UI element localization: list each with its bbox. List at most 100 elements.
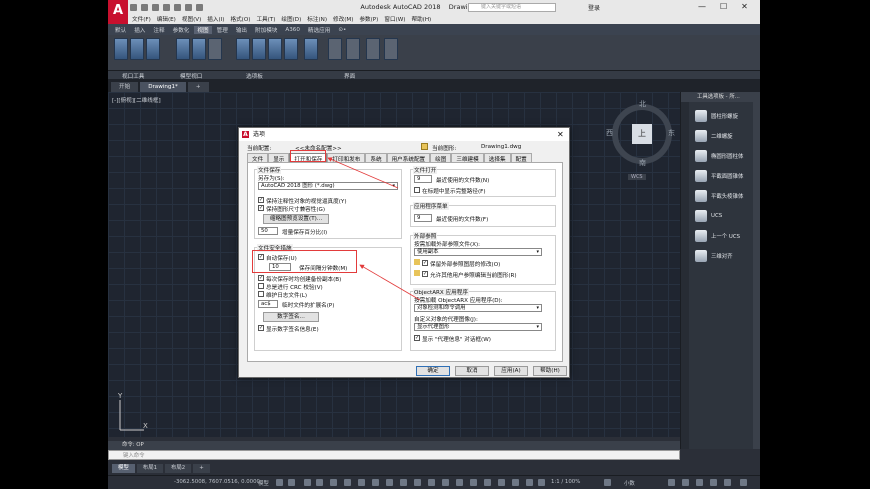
menu-parametric[interactable]: 参数(P) <box>359 15 378 23</box>
ribbon-tab-output[interactable]: 输出 <box>233 26 250 34</box>
minimize-button[interactable]: — <box>698 2 706 11</box>
clean-screen-icon[interactable] <box>724 479 731 486</box>
palette-item[interactable]: 上一个 UCS <box>695 228 740 244</box>
lineweight-icon[interactable] <box>372 479 379 486</box>
isolate-objects-icon[interactable] <box>696 479 703 486</box>
palette-item[interactable]: 圆柱形螺旋 <box>695 108 738 124</box>
visual-fidelity-checkbox[interactable]: ✓ <box>258 197 264 203</box>
sheet-set-button[interactable] <box>268 38 282 60</box>
application-menu-button[interactable]: A <box>108 0 128 24</box>
proxy-images-select[interactable]: 显示代理图形 <box>414 323 542 331</box>
ribbon-tab-home[interactable]: 默认 <box>112 26 129 34</box>
menu-view[interactable]: 视图(V) <box>182 15 201 23</box>
arx-demand-load-select[interactable]: 对象检测和命令调用 <box>414 304 542 312</box>
tool-palette-tab-strip[interactable] <box>753 102 760 449</box>
settings-icon[interactable] <box>604 479 611 486</box>
menu-tools[interactable]: 工具(T) <box>256 15 275 23</box>
viewcube[interactable]: 北 南 西 东 上 <box>606 100 675 167</box>
coordinates-readout[interactable]: -3062.5008, 7607.0516, 0.0000 <box>174 479 260 485</box>
app-menu-recent-input[interactable]: 9 <box>414 214 432 222</box>
palette-item[interactable]: UCS <box>695 208 722 224</box>
gizmo-icon[interactable] <box>456 479 463 486</box>
menu-file[interactable]: 文件(F) <box>132 15 151 23</box>
viewport-config-button[interactable] <box>176 38 190 60</box>
dynamic-ucs-icon[interactable] <box>428 479 435 486</box>
isodraft-icon[interactable] <box>330 479 337 486</box>
annotation-scale-readout[interactable]: 1:1 / 100% <box>551 479 580 485</box>
redo-icon[interactable] <box>196 4 203 11</box>
log-file-checkbox[interactable] <box>258 291 264 297</box>
backup-copy-checkbox[interactable]: ✓ <box>258 275 264 281</box>
navbar-toggle-button[interactable] <box>146 38 160 60</box>
digital-sig-info-checkbox[interactable]: ✓ <box>258 325 264 331</box>
layout-tab-layout1[interactable]: 布局1 <box>136 463 164 473</box>
wcs-menu[interactable]: WCS <box>628 174 646 180</box>
layout-tabs-button[interactable] <box>366 38 380 60</box>
ribbon-tab-insert[interactable]: 插入 <box>131 26 148 34</box>
tool-palettes-button[interactable] <box>236 38 250 60</box>
annotation-visibility-icon[interactable] <box>470 479 477 486</box>
customization-icon[interactable] <box>740 479 747 486</box>
cancel-button[interactable]: 取消 <box>455 366 489 376</box>
menu-format[interactable]: 格式(O) <box>230 15 250 23</box>
units-readout[interactable]: 小数 <box>624 479 635 487</box>
save-icon[interactable] <box>152 4 159 11</box>
layout-tab-model[interactable]: 模型 <box>112 463 135 473</box>
menu-draw[interactable]: 绘图(D) <box>281 15 301 23</box>
open-file-icon[interactable] <box>141 4 148 11</box>
viewport-controls-label[interactable]: [-][俯视][二维线框] <box>112 96 161 104</box>
xref-demand-load-select[interactable]: 使用副本 <box>414 248 542 256</box>
ribbon-tab-a360[interactable]: A360 <box>282 27 303 33</box>
ribbon-tab-manage[interactable]: 管理 <box>214 26 231 34</box>
viewcube-south[interactable]: 南 <box>639 158 646 168</box>
apply-button[interactable]: 应用(A) <box>494 366 528 376</box>
object-snap-tracking-icon[interactable] <box>344 479 351 486</box>
maximize-button[interactable]: ☐ <box>720 2 727 11</box>
ribbon-tab-parametric[interactable]: 参数化 <box>170 26 193 34</box>
3d-osnap-icon[interactable] <box>414 479 421 486</box>
transparency-icon[interactable] <box>386 479 393 486</box>
ribbon-tab-addins[interactable]: 附加模块 <box>252 26 280 34</box>
search-input[interactable]: 键入关键字或短语 <box>468 3 556 12</box>
quick-properties-icon[interactable] <box>668 479 675 486</box>
file-tabs-button[interactable] <box>346 38 360 60</box>
model-space-button[interactable]: 模型 <box>258 479 269 487</box>
save-as-icon[interactable] <box>163 4 170 11</box>
tool-palette-titlebar[interactable] <box>681 102 689 449</box>
proxy-info-checkbox[interactable]: ✓ <box>414 335 420 341</box>
incremental-save-input[interactable]: 50 <box>258 227 278 235</box>
viewcube-east[interactable]: 东 <box>668 128 675 138</box>
ribbon-tab-annotate[interactable]: 注释 <box>150 26 167 34</box>
ribbon-tab-more[interactable]: ⊙• <box>335 27 349 33</box>
save-as-select[interactable]: AutoCAD 2018 图形 (*.dwg) <box>258 182 398 190</box>
annotation-scale-icon[interactable] <box>498 479 505 486</box>
new-file-icon[interactable] <box>130 4 137 11</box>
add-layout-button[interactable]: + <box>193 463 210 473</box>
ortho-icon[interactable] <box>304 479 311 486</box>
quickcalc-button[interactable] <box>284 38 298 60</box>
workspace-switch-icon[interactable] <box>512 479 519 486</box>
palette-item[interactable]: 三维对齐 <box>695 248 733 264</box>
design-center-button[interactable] <box>304 38 318 60</box>
command-input[interactable]: 键入命令 <box>108 450 680 460</box>
palette-item[interactable]: 平截头棱锥体 <box>695 188 743 204</box>
drawing-size-checkbox[interactable]: ✓ <box>258 205 264 211</box>
ok-button[interactable]: 确定 <box>416 366 450 376</box>
full-path-checkbox[interactable] <box>414 187 420 193</box>
grid-icon[interactable] <box>276 479 283 486</box>
menu-modify[interactable]: 修改(M) <box>333 15 353 23</box>
join-viewport-button[interactable] <box>208 38 222 60</box>
undo-icon[interactable] <box>185 4 192 11</box>
palette-item[interactable]: 二维螺旋 <box>695 128 733 144</box>
crc-checkbox[interactable] <box>258 283 264 289</box>
ribbon-tab-view[interactable]: 视图 <box>194 25 212 34</box>
units-icon[interactable] <box>538 479 545 486</box>
palette-item[interactable]: 椭圆形圆柱体 <box>695 148 743 164</box>
close-button[interactable]: ✕ <box>741 2 748 11</box>
auto-scale-icon[interactable] <box>484 479 491 486</box>
ucs-icon-button[interactable] <box>114 38 128 60</box>
tile-windows-button[interactable] <box>384 38 398 60</box>
polar-icon[interactable] <box>316 479 323 486</box>
ribbon-tab-featured-apps[interactable]: 精选应用 <box>305 26 333 34</box>
dialog-close-button[interactable]: ✕ <box>557 128 564 141</box>
